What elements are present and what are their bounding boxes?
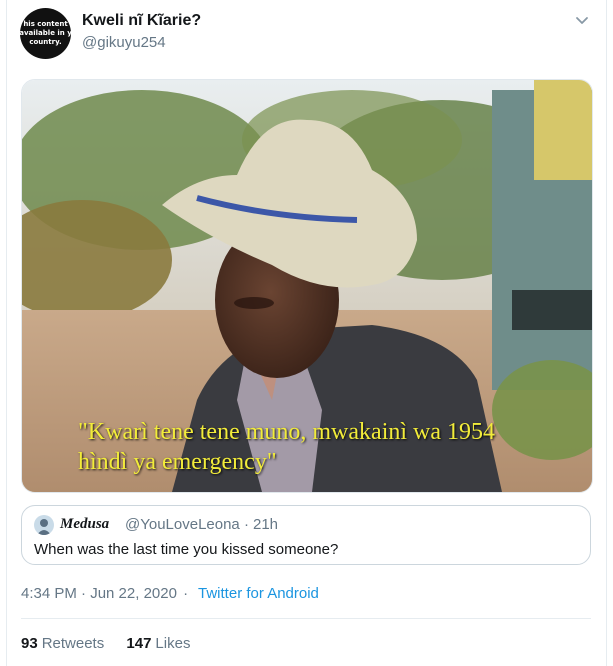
tweet-media-image[interactable]: "Kwarì tene tene muno, mwakainì wa 1954 … [21,79,593,493]
quoted-author-handle[interactable]: @YouLoveLeona [125,516,240,533]
quoted-text: When was the last time you kissed someon… [34,541,339,558]
caption-line: hìndì ya emergency" [78,449,277,475]
retweets-label: Retweets [41,635,105,652]
author-avatar[interactable]: his content available in y country. [20,8,71,59]
author-handle[interactable]: @gikuyu254 [82,34,166,51]
tweet-meta: 4:34 PM · Jun 22, 2020 · Twitter for And… [21,585,319,602]
tweet-source-link[interactable]: Twitter for Android [198,585,319,602]
tweet: his content available in y country. Kwel… [0,0,613,666]
separator-dot: · [244,516,249,533]
chevron-down-icon[interactable] [574,12,590,28]
avatar-text-line: his content [23,20,68,28]
caption-line: "Kwarì tene tene muno, mwakainì wa 1954 [78,419,496,445]
retweets-count: 93 [21,635,38,652]
tweet-stats: 93 Retweets 147 Likes [21,635,208,652]
quoted-tweet[interactable]: Medusa @YouLoveLeona · 21h When was the … [21,505,591,565]
likes-stat[interactable]: 147 Likes [126,635,190,652]
author-name[interactable]: Kweli nĩ Kĩarie? [82,12,201,30]
quoted-time[interactable]: 21h [253,516,278,533]
quoted-avatar[interactable] [34,515,54,535]
avatar-text-line: country. [29,38,62,46]
separator-dot: · [183,585,189,602]
avatar-text-line: available in y [20,29,71,37]
image-caption: "Kwarì tene tene muno, mwakainì wa 1954 … [78,417,578,477]
retweets-stat[interactable]: 93 Retweets [21,635,104,652]
likes-label: Likes [155,635,191,652]
divider [21,618,591,619]
tweet-timestamp[interactable]: 4:34 PM · Jun 22, 2020 [21,585,177,602]
quoted-author-name[interactable]: Medusa [60,516,109,533]
likes-count: 147 [126,635,152,652]
